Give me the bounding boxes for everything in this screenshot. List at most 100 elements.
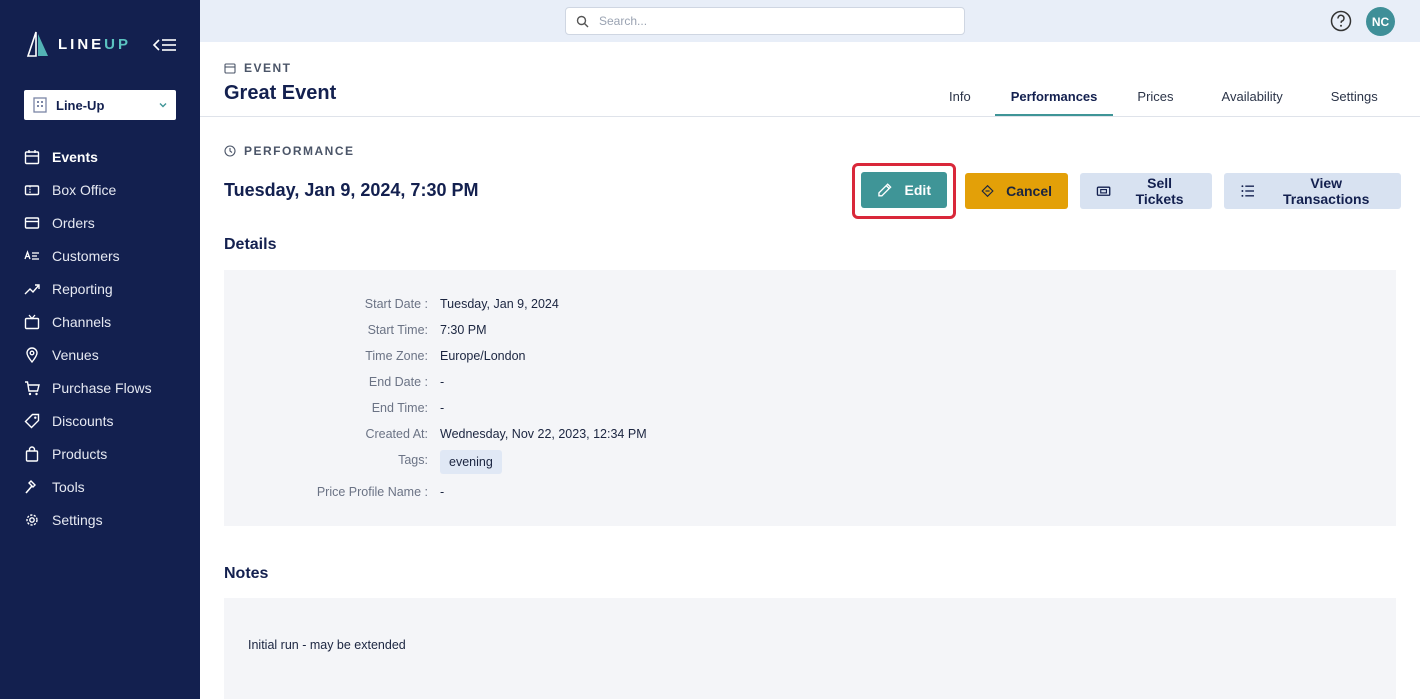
pencil-icon xyxy=(878,183,892,197)
notes-title: Notes xyxy=(224,565,269,582)
building-icon xyxy=(33,97,47,113)
sidebar-item-label: Orders xyxy=(52,214,95,231)
cart-icon xyxy=(25,380,40,395)
sidebar-item-settings[interactable]: Settings xyxy=(0,503,200,536)
tab-prices[interactable]: Prices xyxy=(1137,78,1173,116)
clock-icon xyxy=(224,145,236,157)
sidebar-item-venues[interactable]: Venues xyxy=(0,338,200,371)
hammer-icon xyxy=(25,479,36,494)
brand-up: UP xyxy=(104,35,132,53)
sidebar-item-label: Events xyxy=(52,148,98,165)
performance-label-text: PERFORMANCE xyxy=(244,144,355,158)
detail-key: Created At: xyxy=(365,427,428,441)
ticket-icon xyxy=(24,184,40,195)
detail-key: Start Date : xyxy=(364,297,428,311)
sell-tickets-label: Sell Tickets xyxy=(1135,175,1184,207)
sidebar-item-label: Products xyxy=(52,445,108,462)
sidebar-item-events[interactable]: Events xyxy=(0,140,200,173)
sell-tickets-button[interactable]: Sell Tickets xyxy=(1080,173,1212,209)
cancel-button[interactable]: Cancel xyxy=(965,173,1068,209)
collapse-sidebar-button[interactable] xyxy=(152,34,178,56)
gear-icon xyxy=(26,513,38,526)
tab-performances[interactable]: Performances xyxy=(994,78,1114,116)
org-select[interactable]: Line-Up xyxy=(24,90,176,120)
detail-value: - xyxy=(440,401,445,415)
event-tabs: Info Performances Prices Availability Se… xyxy=(925,78,1402,116)
event-title: Great Event xyxy=(224,82,337,104)
ticket-icon xyxy=(1096,186,1111,196)
sidebar-nav: Events Box Office Orders Customers Repor… xyxy=(0,140,200,536)
detail-row-tags: Tags: evening xyxy=(224,450,1396,474)
bag-icon xyxy=(25,445,39,462)
detail-key: Start Time: xyxy=(367,323,428,337)
sidebar-item-label: Tools xyxy=(52,478,85,495)
sidebar-item-tools[interactable]: Tools xyxy=(0,470,200,503)
sidebar-item-label: Purchase Flows xyxy=(52,379,152,396)
sidebar-item-label: Settings xyxy=(52,511,103,528)
sidebar-item-label: Channels xyxy=(52,313,112,330)
sidebar-item-label: Discounts xyxy=(52,412,114,429)
edit-button-label: Edit xyxy=(904,182,931,198)
detail-row: Price Profile Name : - xyxy=(224,482,1396,502)
cancel-diamond-icon xyxy=(981,184,994,198)
card-icon xyxy=(24,216,40,229)
list-icon xyxy=(1241,185,1254,197)
tag-icon xyxy=(24,413,40,428)
top-bar: NC xyxy=(200,0,1420,42)
detail-row: End Date : - xyxy=(224,372,1396,392)
detail-value: Tuesday, Jan 9, 2024 xyxy=(440,297,559,311)
help-icon[interactable] xyxy=(1330,10,1352,32)
logo-icon xyxy=(26,31,48,57)
detail-row: Start Time: 7:30 PM xyxy=(224,320,1396,340)
sidebar-item-customers[interactable]: Customers xyxy=(0,239,200,272)
performance-title: Tuesday, Jan 9, 2024, 7:30 PM xyxy=(224,180,479,200)
brand-logo[interactable]: LINEUP xyxy=(24,30,131,58)
detail-value: Europe/London xyxy=(440,349,526,363)
sidebar-item-discounts[interactable]: Discounts xyxy=(0,404,200,437)
search-box[interactable] xyxy=(565,7,965,35)
performance-label: PERFORMANCE xyxy=(224,144,355,158)
sidebar-item-reporting[interactable]: Reporting xyxy=(0,272,200,305)
tab-settings[interactable]: Settings xyxy=(1331,78,1378,116)
sidebar-item-label: Reporting xyxy=(52,280,113,297)
view-transactions-label: View Transactions xyxy=(1283,175,1370,207)
header-divider xyxy=(200,116,1420,117)
detail-value: 7:30 PM xyxy=(440,323,487,337)
user-avatar[interactable]: NC xyxy=(1366,7,1395,36)
sidebar: LINEUP Line-Up Events Box Office Orders … xyxy=(0,0,200,699)
detail-key: Price Profile Name : xyxy=(316,485,428,499)
detail-value: - xyxy=(440,485,445,499)
detail-value: - xyxy=(440,375,445,389)
sidebar-item-label: Customers xyxy=(52,247,120,264)
detail-key: End Date : xyxy=(368,375,428,389)
tab-info[interactable]: Info xyxy=(949,78,971,116)
customers-icon xyxy=(24,249,39,260)
calendar-icon xyxy=(224,63,236,74)
tv-icon xyxy=(24,314,40,329)
edit-button[interactable]: Edit xyxy=(861,172,947,208)
details-title: Details xyxy=(224,236,277,253)
sidebar-item-label: Box Office xyxy=(52,181,117,198)
detail-row: Time Zone: Europe/London xyxy=(224,346,1396,366)
cancel-button-label: Cancel xyxy=(1006,183,1052,199)
trend-icon xyxy=(24,283,40,294)
event-label: EVENT xyxy=(224,61,292,75)
sidebar-item-box-office[interactable]: Box Office xyxy=(0,173,200,206)
tab-availability[interactable]: Availability xyxy=(1222,78,1283,116)
detail-value: Wednesday, Nov 22, 2023, 12:34 PM xyxy=(440,427,647,441)
sidebar-item-label: Venues xyxy=(52,346,99,363)
detail-key: Tags: xyxy=(398,453,428,467)
search-input[interactable] xyxy=(599,14,954,28)
chevron-down-icon xyxy=(159,103,167,108)
sidebar-item-channels[interactable]: Channels xyxy=(0,305,200,338)
detail-key: Time Zone: xyxy=(365,349,428,363)
collapse-icon xyxy=(152,39,176,51)
calendar-icon xyxy=(24,149,40,164)
view-transactions-button[interactable]: View Transactions xyxy=(1224,173,1401,209)
sidebar-item-products[interactable]: Products xyxy=(0,437,200,470)
sidebar-item-orders[interactable]: Orders xyxy=(0,206,200,239)
sidebar-item-purchase-flows[interactable]: Purchase Flows xyxy=(0,371,200,404)
brand-line: LINE xyxy=(58,35,105,53)
tag-badge: evening xyxy=(440,450,502,474)
notes-text: Initial run - may be extended xyxy=(248,638,406,652)
